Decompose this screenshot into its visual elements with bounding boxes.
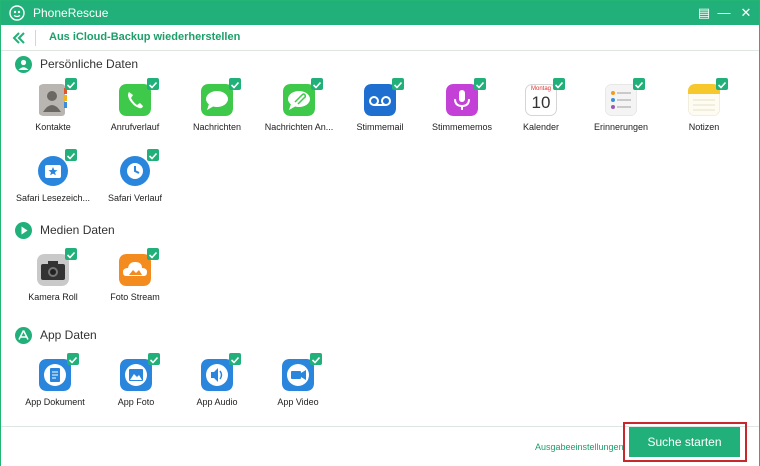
item-nachrichten[interactable]: Nachrichten: [175, 78, 259, 148]
calendar-weekday: Montag: [530, 86, 551, 92]
item-label: Kalender: [522, 122, 560, 132]
item-anrufverlauf[interactable]: Anrufverlauf: [93, 78, 177, 148]
item-kamera-roll[interactable]: Kamera Roll: [11, 248, 95, 318]
checkbox-checked-icon[interactable]: [229, 78, 241, 90]
checkbox-checked-icon[interactable]: [553, 78, 565, 90]
person-icon: [15, 56, 32, 73]
checkbox-checked-icon[interactable]: [716, 78, 728, 90]
section-label: App Daten: [40, 328, 97, 342]
item-app-video[interactable]: App Video: [256, 353, 340, 423]
checkbox-checked-icon[interactable]: [474, 78, 486, 90]
start-search-button[interactable]: Suche starten: [629, 427, 740, 457]
item-label: App Video: [277, 397, 319, 407]
item-nachrichten-anhaenge[interactable]: Nachrichten An...: [257, 78, 341, 148]
play-icon: [15, 222, 32, 239]
checkbox-checked-icon[interactable]: [65, 78, 77, 90]
checkbox-checked-icon[interactable]: [311, 78, 323, 90]
item-label: Erinnerungen: [593, 122, 649, 132]
checkbox-checked-icon[interactable]: [65, 149, 77, 161]
item-safari-verlauf[interactable]: Safari Verlauf: [93, 149, 177, 219]
item-label: Safari Verlauf: [107, 193, 163, 203]
item-kalender[interactable]: Montag 10 Kalender: [499, 78, 583, 148]
header-divider: [35, 30, 36, 46]
calendar-day: 10: [531, 93, 551, 112]
item-safari-lesezeichen[interactable]: Safari Lesezeich...: [11, 149, 95, 219]
item-label: Foto Stream: [110, 292, 160, 302]
checkbox-checked-icon[interactable]: [147, 78, 159, 90]
checkbox-checked-icon[interactable]: [310, 353, 322, 365]
checkbox-checked-icon[interactable]: [229, 353, 241, 365]
item-label: Kamera Roll: [28, 292, 78, 302]
item-erinnerungen[interactable]: Erinnerungen: [579, 78, 663, 148]
item-label: Kontakte: [35, 122, 71, 132]
item-foto-stream[interactable]: Foto Stream: [93, 248, 177, 318]
item-label: Safari Lesezeich...: [15, 193, 91, 203]
app-window: PhoneRescue ▤ — ✕ Aus iCloud-Backup wied…: [0, 0, 760, 466]
checkbox-checked-icon[interactable]: [633, 78, 645, 90]
checkbox-checked-icon[interactable]: [147, 248, 159, 260]
checkbox-checked-icon[interactable]: [67, 353, 79, 365]
item-label: Notizen: [688, 122, 720, 132]
checkbox-checked-icon[interactable]: [148, 353, 160, 365]
item-stimmememos[interactable]: Stimmememos: [420, 78, 504, 148]
section-label: Medien Daten: [40, 223, 115, 237]
window-title: PhoneRescue: [33, 6, 109, 20]
menu-icon[interactable]: ▤: [695, 4, 713, 22]
checkbox-checked-icon[interactable]: [65, 248, 77, 260]
app-store-icon: [15, 327, 32, 344]
item-notizen[interactable]: Notizen: [662, 78, 746, 148]
page-title: Aus iCloud-Backup wiederherstellen: [49, 31, 241, 43]
item-label: Nachrichten: [192, 122, 242, 132]
back-chevrons-icon[interactable]: [9, 28, 29, 48]
item-app-foto[interactable]: App Foto: [94, 353, 178, 423]
item-label: Stimmememos: [431, 122, 492, 132]
item-label: App Audio: [196, 397, 238, 407]
phonerescue-logo-icon: [9, 5, 25, 21]
output-settings-link[interactable]: Ausgabeeinstellungen: [535, 442, 624, 452]
item-kontakte[interactable]: Kontakte: [11, 78, 95, 148]
minimize-button[interactable]: —: [715, 4, 733, 22]
title-bar: PhoneRescue ▤ — ✕: [1, 1, 759, 25]
item-label: Nachrichten An...: [264, 122, 334, 132]
checkbox-checked-icon[interactable]: [147, 149, 159, 161]
checkbox-checked-icon[interactable]: [392, 78, 404, 90]
close-button[interactable]: ✕: [737, 4, 755, 22]
item-app-audio[interactable]: App Audio: [175, 353, 259, 423]
item-label: Anrufverlauf: [110, 122, 160, 132]
section-label: Persönliche Daten: [40, 57, 139, 71]
item-label: Stimmemail: [356, 122, 404, 132]
item-app-dokument[interactable]: App Dokument: [13, 353, 97, 423]
footer-bar: Ausgabeeinstellungen Suche starten: [1, 422, 759, 466]
item-label: App Foto: [117, 397, 155, 407]
item-label: App Dokument: [25, 397, 85, 407]
item-stimmemail[interactable]: Stimmemail: [338, 78, 422, 148]
page-header: Aus iCloud-Backup wiederherstellen: [1, 25, 759, 51]
